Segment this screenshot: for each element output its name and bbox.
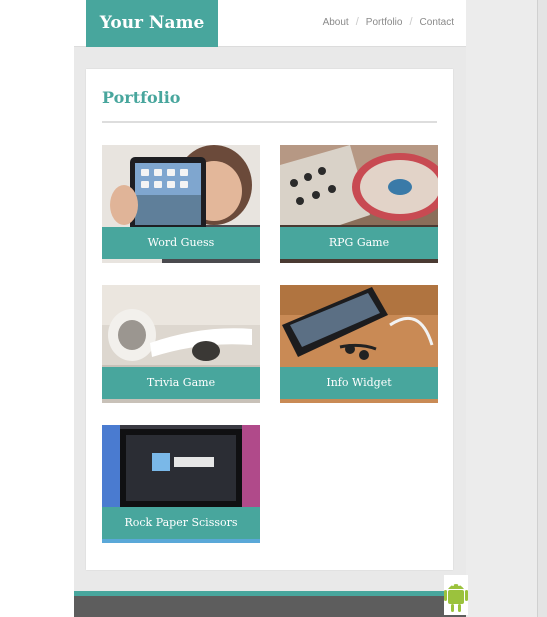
browser-scrollbar-track[interactable] <box>537 0 547 617</box>
portfolio-item-label: Word Guess <box>102 227 260 259</box>
nav-link-about[interactable]: About <box>323 17 349 28</box>
page-viewport: Your Name About / Portfolio / Contact Po… <box>74 0 466 617</box>
main-nav: About / Portfolio / Contact <box>323 16 454 28</box>
android-icon <box>444 584 468 612</box>
nav-link-contact[interactable]: Contact <box>420 17 454 28</box>
portfolio-item-info-widget[interactable]: Info Widget <box>280 285 438 403</box>
nav-separator: / <box>355 16 359 28</box>
portfolio-item-rock-paper-scissors[interactable]: Rock Paper Scissors <box>102 425 260 543</box>
portfolio-item-label: RPG Game <box>280 227 438 259</box>
android-badge[interactable] <box>444 575 468 615</box>
nav-separator: / <box>409 16 413 28</box>
browser-frame-side <box>466 0 547 617</box>
portfolio-item-rpg-game[interactable]: RPG Game <box>280 145 438 263</box>
page-title: Portfolio <box>102 88 181 107</box>
site-header: Your Name About / Portfolio / Contact <box>74 0 466 47</box>
portfolio-item-label: Trivia Game <box>102 367 260 399</box>
portfolio-item-trivia-game[interactable]: Trivia Game <box>102 285 260 403</box>
portfolio-item-label: Info Widget <box>280 367 438 399</box>
site-footer <box>74 596 466 617</box>
nav-link-portfolio[interactable]: Portfolio <box>366 17 403 28</box>
portfolio-item-label: Rock Paper Scissors <box>102 507 260 539</box>
title-divider <box>102 121 437 123</box>
site-brand[interactable]: Your Name <box>86 0 218 47</box>
portfolio-card: Portfolio Word Guess RPG Game Trivia Gam… <box>86 69 453 570</box>
portfolio-item-word-guess[interactable]: Word Guess <box>102 145 260 263</box>
